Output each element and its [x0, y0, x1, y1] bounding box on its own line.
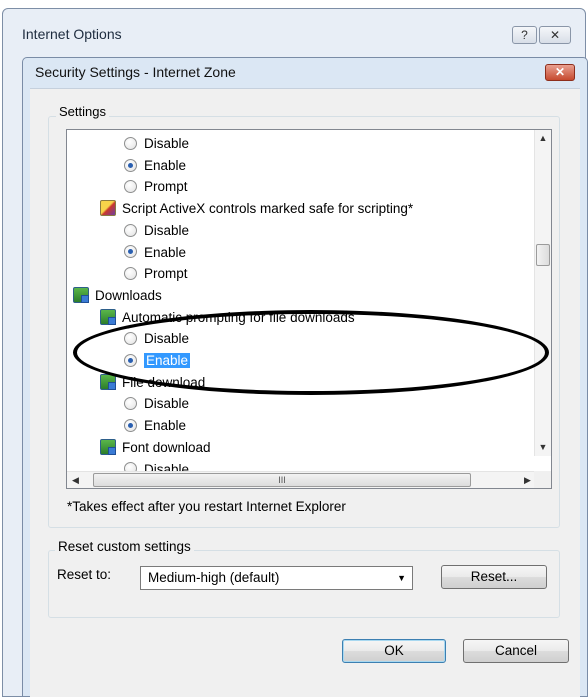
radio-option[interactable]: Enable — [124, 350, 191, 371]
reset-group-label: Reset custom settings — [55, 539, 194, 554]
row-label: Prompt — [144, 266, 188, 282]
outer-close-button[interactable]: ✕ — [539, 26, 571, 44]
radio-option[interactable]: Enable — [124, 242, 186, 263]
reset-to-label: Reset to: — [57, 567, 112, 582]
script-icon — [100, 200, 116, 217]
cancel-button[interactable]: Cancel — [463, 639, 569, 663]
row-label: Enable — [144, 418, 187, 434]
radio-option[interactable]: Prompt — [124, 176, 188, 197]
help-button[interactable]: ? — [512, 26, 537, 44]
radio-option[interactable]: Enable — [124, 155, 186, 176]
settings-item[interactable]: Script ActiveX controls marked safe for … — [100, 198, 413, 219]
row-label: Enable — [144, 157, 187, 173]
settings-item[interactable]: Font download — [100, 437, 211, 458]
download-setting-icon — [100, 373, 116, 390]
radio-unchecked-icon[interactable] — [124, 397, 137, 411]
radio-option[interactable]: Disable — [124, 393, 189, 414]
radio-unchecked-icon[interactable] — [124, 332, 137, 346]
radio-unchecked-icon[interactable] — [124, 136, 137, 150]
radio-checked-icon[interactable] — [124, 419, 137, 433]
row-label: Automatic prompting for file downloads — [122, 309, 355, 325]
radio-option[interactable]: Disable — [124, 328, 189, 349]
reset-level-value: Medium-high (default) — [148, 570, 280, 585]
radio-option[interactable]: Disable — [124, 133, 189, 154]
radio-option[interactable]: Prompt — [124, 263, 188, 284]
radio-option[interactable]: Disable — [124, 220, 189, 241]
scroll-down-icon[interactable]: ▼ — [535, 439, 551, 456]
radio-unchecked-icon[interactable] — [124, 223, 137, 237]
row-label: File download — [122, 374, 206, 390]
row-label: Enable — [144, 244, 187, 260]
settings-list[interactable]: Disable Enable Prompt Script ActiveX contro… — [66, 129, 552, 489]
vertical-scroll-thumb[interactable] — [536, 244, 550, 266]
settings-category[interactable]: Downloads — [73, 285, 162, 306]
horizontal-scrollbar[interactable]: ◀ III ▶ — [67, 471, 536, 488]
scroll-up-icon[interactable]: ▲ — [535, 130, 551, 147]
radio-checked-icon[interactable] — [124, 353, 137, 367]
downloads-icon — [73, 286, 89, 303]
radio-checked-icon[interactable] — [124, 245, 137, 259]
radio-checked-icon[interactable] — [124, 158, 137, 172]
restart-note: *Takes effect after you restart Internet… — [67, 499, 346, 514]
settings-item[interactable]: File download — [100, 372, 205, 393]
download-setting-icon — [100, 308, 116, 325]
row-label: Enable — [144, 353, 191, 368]
reset-button[interactable]: Reset... — [441, 565, 547, 589]
row-label: Disable — [144, 222, 190, 238]
download-setting-icon — [100, 438, 116, 455]
settings-group-label: Settings — [56, 104, 109, 119]
settings-item[interactable]: Automatic prompting for file downloads — [100, 307, 355, 328]
scroll-left-icon[interactable]: ◀ — [67, 472, 84, 488]
row-label: Disable — [144, 396, 190, 412]
radio-unchecked-icon[interactable] — [124, 180, 137, 194]
radio-unchecked-icon[interactable] — [124, 267, 137, 281]
row-label: Disable — [144, 136, 190, 151]
horizontal-scroll-thumb[interactable]: III — [93, 473, 471, 487]
dialog-title: Security Settings - Internet Zone — [35, 64, 236, 80]
row-label: Disable — [144, 331, 190, 347]
row-label: Font download — [122, 439, 211, 455]
reset-level-dropdown[interactable]: Medium-high (default) ▼ — [140, 566, 413, 590]
row-label: Prompt — [144, 179, 188, 195]
ok-button[interactable]: OK — [342, 639, 446, 663]
outer-window-title: Internet Options — [22, 26, 122, 42]
row-label: Script ActiveX controls marked safe for … — [122, 201, 414, 217]
vertical-scrollbar[interactable]: ▲ ▼ — [534, 130, 551, 456]
radio-option[interactable]: Enable — [124, 415, 186, 436]
chevron-down-icon: ▼ — [397, 573, 406, 583]
row-label: Downloads — [95, 287, 162, 303]
scrollbar-corner — [534, 471, 551, 488]
dialog-close-button[interactable]: ✕ — [545, 64, 575, 81]
